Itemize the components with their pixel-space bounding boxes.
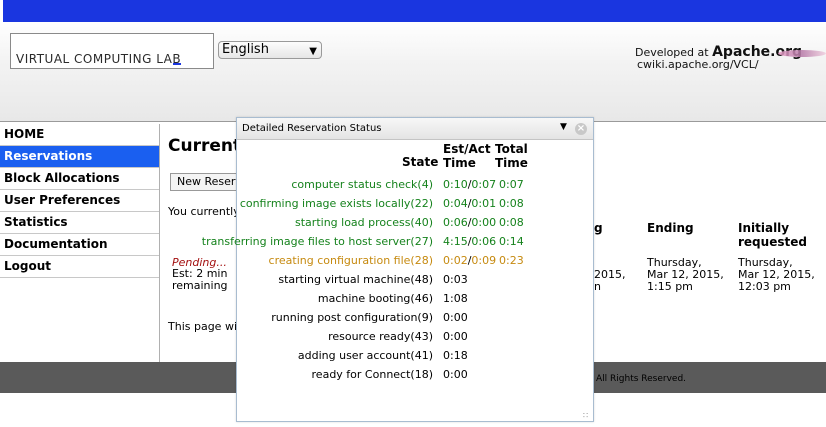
status-row-est: 0:00: [443, 330, 468, 343]
status-row-state: confirming image exists locally(22): [239, 197, 433, 210]
sidebar-nav: HOME Reservations Block Allocations User…: [0, 124, 160, 362]
sidebar-item-block-allocations[interactable]: Block Allocations: [0, 168, 159, 190]
dialog-title: Detailed Reservation Status: [242, 123, 382, 134]
collapse-arrow-icon[interactable]: ▼: [560, 122, 567, 132]
estact-header-2: Time: [443, 156, 476, 170]
state-header: State: [402, 155, 439, 169]
logo-cursor: [173, 63, 181, 65]
close-icon[interactable]: ×: [575, 123, 587, 135]
status-row-total: 0:07: [499, 178, 524, 191]
status-row-est: 0:00: [443, 311, 468, 324]
total-header: Total Time: [495, 142, 528, 170]
status-row-est: 0:03: [443, 273, 468, 286]
status-row-state: machine booting(46): [317, 292, 433, 305]
footer-text: All Rights Reserved.: [596, 374, 687, 384]
col-starting-partial: g: [594, 221, 603, 235]
status-row-act: 0:01: [471, 197, 497, 210]
status-row-est-act: 0:02/0:09: [443, 254, 496, 267]
sidebar-item-reservations[interactable]: Reservations: [0, 146, 159, 168]
language-select[interactable]: English ▼: [218, 41, 322, 59]
status-row-state: computer status check(4): [291, 178, 433, 191]
status-row-act: 0:09: [471, 254, 497, 267]
initially-cell: Thursday, Mar 12, 2015, 12:03 pm: [738, 257, 815, 293]
sidebar-item-logout[interactable]: Logout: [0, 256, 159, 278]
new-reservation-button[interactable]: New Reservat: [170, 173, 240, 191]
status-row-state: ready for Connect(18): [311, 368, 433, 381]
status-row-act: 0:07: [471, 178, 497, 191]
starting-partial-2: n: [594, 280, 601, 293]
top-bar-edge: [0, 0, 3, 22]
status-row-act: 0:00: [471, 216, 497, 229]
total-header-1: Total: [495, 142, 528, 156]
status-row-est-act: 4:15/0:06: [443, 235, 496, 248]
total-header-2: Time: [495, 156, 528, 170]
status-row-est: 0:10: [443, 178, 468, 191]
est-remaining: Est: 2 min remaining: [172, 268, 228, 292]
sidebar-item-documentation[interactable]: Documentation: [0, 234, 159, 256]
status-row-state: starting virtual machine(48): [278, 273, 433, 286]
developed-link[interactable]: cwiki.apache.org/VCL/: [637, 58, 759, 71]
dialog-title-bar[interactable]: Detailed Reservation Status ▼ ×: [237, 118, 593, 140]
sidebar-item-home[interactable]: HOME: [0, 124, 159, 146]
initially-line3: 12:03 pm: [738, 280, 791, 293]
reservation-status-dialog: Detailed Reservation Status ▼ × State Es…: [202, 117, 594, 422]
status-row-est: 0:02: [443, 254, 468, 267]
status-row-est: 1:08: [443, 292, 468, 305]
status-row-est-act: 0:00: [443, 311, 468, 324]
sidebar-item-user-preferences[interactable]: User Preferences: [0, 190, 159, 212]
col-ending: Ending: [647, 221, 694, 235]
status-row-total: 0:08: [499, 197, 524, 210]
status-row-state: resource ready(43): [328, 330, 433, 343]
resize-grip-icon[interactable]: ∷: [583, 411, 588, 420]
status-row-est-act: 0:06/0:00: [443, 216, 496, 229]
estact-header-1: Est/Act: [443, 142, 491, 156]
status-row-est-act: 0:18: [443, 349, 468, 362]
status-row-est-act: 0:00: [443, 368, 468, 381]
col-initially-line2: requested: [738, 235, 807, 249]
status-row-state: creating configuration file(28): [268, 254, 433, 267]
logo-text: VIRTUAL COMPUTING LAB: [16, 52, 182, 66]
status-row-est-act: 0:00: [443, 330, 468, 343]
status-row-est: 0:04: [443, 197, 468, 210]
chevron-down-icon: ▼: [309, 46, 317, 57]
status-row-est-act: 1:08: [443, 292, 468, 305]
status-row-est-act: 0:04/0:01: [443, 197, 496, 210]
status-row-state: adding user account(41): [297, 349, 433, 362]
status-row-state: starting load process(40): [295, 216, 433, 229]
status-row-est-act: 0:10/0:07: [443, 178, 496, 191]
status-row-state: transferring image files to host server(…: [201, 235, 433, 248]
status-row-est: 0:00: [443, 368, 468, 381]
site-header: VIRTUAL COMPUTING LAB English ▼ Develope…: [0, 22, 826, 122]
est-line-2: remaining: [172, 279, 228, 292]
col-initially-requested: Initially requested: [738, 221, 807, 249]
status-row-est-act: 0:03: [443, 273, 468, 286]
ending-cell: Thursday, Mar 12, 2015, 1:15 pm: [647, 257, 724, 293]
sidebar-item-statistics[interactable]: Statistics: [0, 212, 159, 234]
apache-feather-icon: [778, 50, 826, 57]
status-row-act: 0:06: [471, 235, 497, 248]
starting-partial: 2015, n: [594, 269, 626, 293]
top-bar: [0, 0, 826, 22]
status-row-est: 0:06: [443, 216, 468, 229]
status-row-est: 0:18: [443, 349, 468, 362]
status-row-total: 0:14: [499, 235, 524, 248]
status-row-est: 4:15: [443, 235, 468, 248]
col-initially-line1: Initially: [738, 221, 790, 235]
status-row-total: 0:08: [499, 216, 524, 229]
ending-line3: 1:15 pm: [647, 280, 693, 293]
language-value: English: [222, 42, 269, 57]
status-row-total: 0:23: [499, 254, 524, 267]
status-row-state: running post configuration(9): [271, 311, 433, 324]
vcl-logo[interactable]: VIRTUAL COMPUTING LAB: [10, 33, 214, 69]
estact-header: Est/Act Time: [443, 142, 491, 170]
